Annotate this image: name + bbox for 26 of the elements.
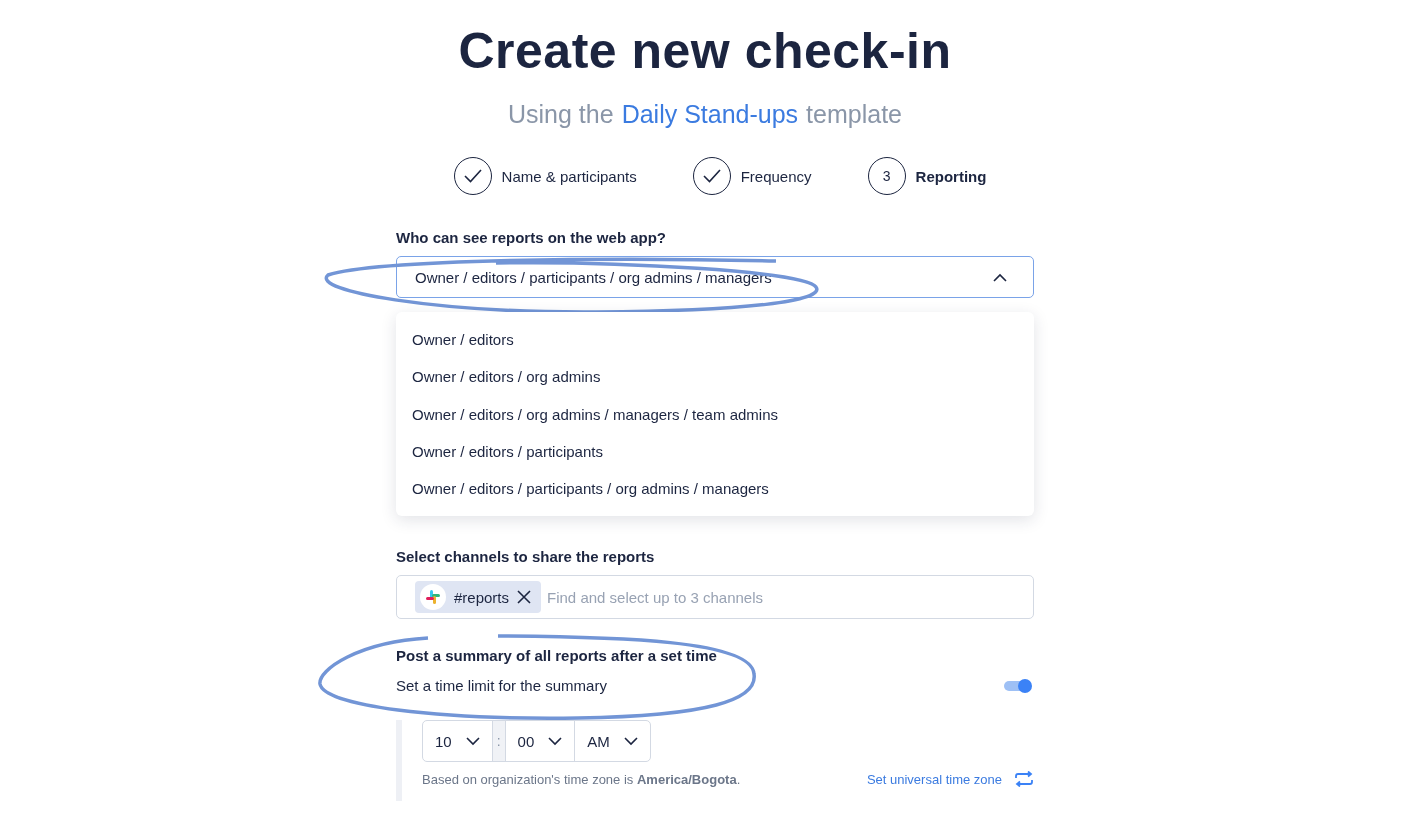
timezone-note: Based on organization's time zone is America/Bogota. — [422, 771, 742, 787]
subtitle-text: Using the — [508, 100, 614, 129]
dropdown-option[interactable]: Owner / editors / participants / org admins / managers — [396, 470, 1034, 508]
tag-label: #reports — [454, 588, 510, 606]
dropdown-option[interactable]: Owner / editors / participants — [396, 432, 1034, 471]
dropdown-option[interactable]: Owner / editors / org admins — [396, 358, 1034, 396]
swap-icon[interactable] — [1014, 771, 1034, 787]
close-icon[interactable] — [517, 590, 532, 604]
subtitle-text: template — [806, 100, 902, 129]
dropdown-option[interactable]: Owner / editors — [396, 321, 1034, 359]
step-label[interactable]: Name & participants — [501, 167, 637, 185]
section-subtitle: Set a time limit for the summary — [396, 677, 608, 694]
channel-input-field[interactable]: #reports Find and select up to 3 channels — [396, 575, 1034, 619]
visibility-select[interactable]: Owner / editors / participants / org admins / managers — [396, 256, 1034, 298]
field-label: Select channels to share the reports — [396, 548, 655, 565]
slack-logo-icon — [420, 584, 446, 610]
section-title: Post a summary of all reports after a set time — [396, 647, 717, 664]
universal-timezone-link[interactable]: Set universal time zone — [866, 771, 1002, 787]
summary-toggle[interactable] — [1004, 681, 1031, 691]
step-label[interactable]: Reporting — [915, 167, 987, 185]
step-label[interactable]: Frequency — [740, 167, 812, 185]
template-link[interactable]: Daily Stand-ups — [621, 100, 799, 129]
field-label: Who can see reports on the web app? — [396, 229, 667, 246]
dropdown-option[interactable]: Owner / editors / org admins / managers / team admins — [396, 395, 1034, 433]
caret-icon — [993, 272, 1007, 282]
page-title: Create new check-in — [458, 22, 952, 81]
